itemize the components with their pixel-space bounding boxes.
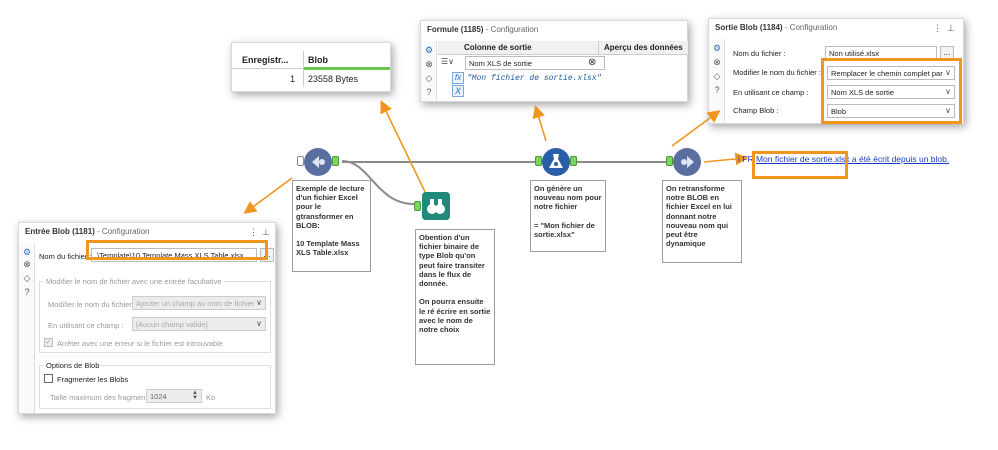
note-blob-output[interactable]: On retransforme notre BLOB en fichier Ex… [662, 180, 742, 263]
callout-arrows [243, 100, 749, 214]
binoculars-icon [422, 192, 450, 220]
note-formula[interactable]: On génère un nouveau nom pour notre fich… [530, 180, 606, 252]
blob-input-output-anchor[interactable] [332, 156, 339, 166]
message-prefix: i FR [738, 154, 754, 164]
blob-output-icon [675, 150, 699, 174]
arrow-to-output-panel [671, 110, 721, 147]
arrow-to-formula [532, 104, 547, 142]
output-file-link[interactable]: Mon fichier de sortie.xlsx [756, 154, 850, 164]
message-suffix[interactable]: a été écrit depuis un blob. [850, 154, 949, 164]
flask-icon [543, 149, 569, 175]
browse-input-anchor[interactable] [414, 201, 421, 211]
formula-right-anchor[interactable] [570, 156, 577, 166]
note-blob-input[interactable]: Exemple de lecture d'un fichier Excel po… [292, 180, 371, 272]
arrow-to-grid [380, 100, 429, 199]
blob-input-icon [306, 150, 330, 174]
formula-node[interactable] [542, 148, 570, 176]
blob-output-node[interactable] [673, 148, 701, 176]
blob-input-node[interactable] [304, 148, 332, 176]
blob-input-left-anchor[interactable] [297, 156, 304, 166]
blob-output-left-anchor[interactable] [666, 156, 673, 166]
formula-left-anchor[interactable] [535, 156, 542, 166]
result-message: i FR Mon fichier de sortie.xlsx a été éc… [738, 154, 949, 164]
arrow-to-input-panel [243, 177, 293, 214]
note-browse[interactable]: Obention d'un fichier binaire de type Bl… [415, 229, 495, 365]
browse-node[interactable] [422, 192, 450, 220]
